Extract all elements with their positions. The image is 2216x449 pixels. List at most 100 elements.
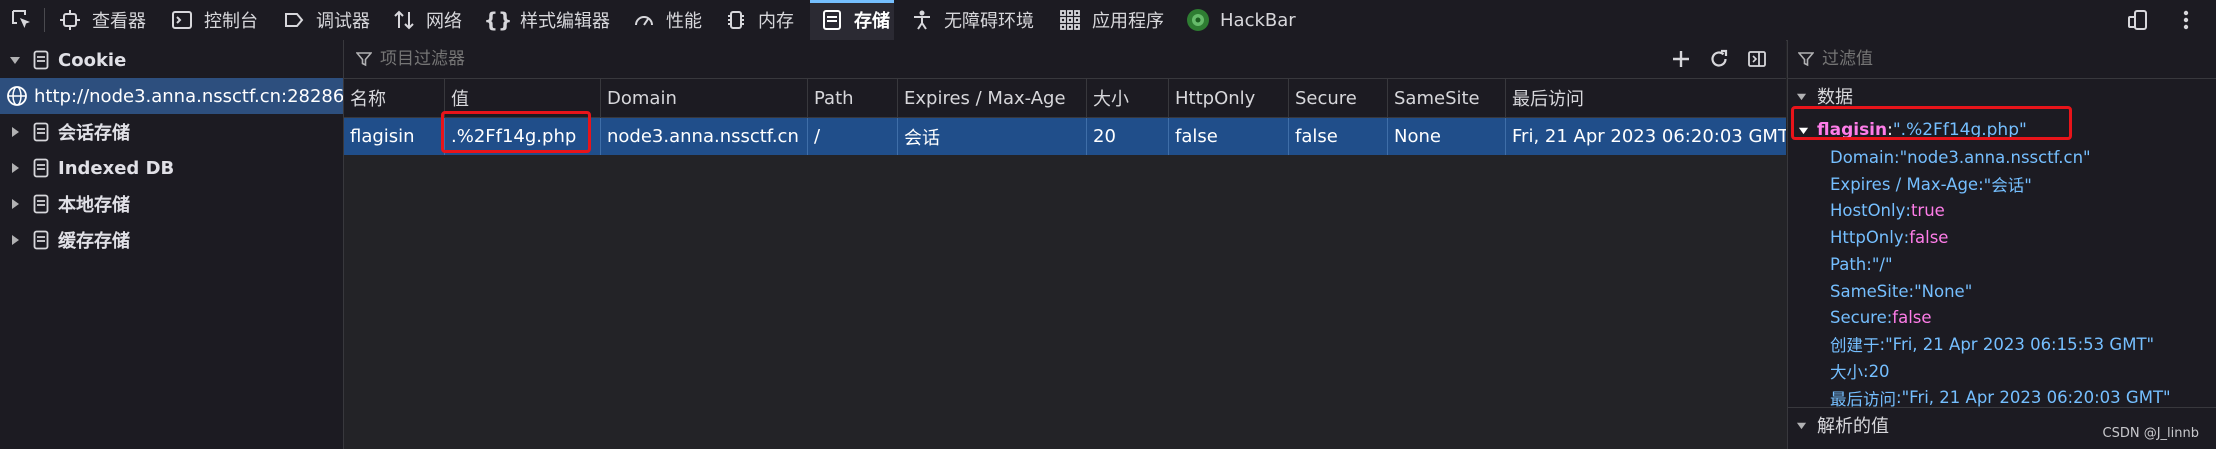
element-picker-icon[interactable] xyxy=(4,5,40,35)
column-header-domain[interactable]: Domain xyxy=(601,79,808,117)
chevron-down-icon xyxy=(1796,420,1807,431)
property-value: false xyxy=(1892,308,1932,328)
tree-item-cookie-host[interactable]: http://node3.anna.nssctf.cn:28286 xyxy=(0,78,343,114)
column-header-last-accessed[interactable]: 最后访问 xyxy=(1506,79,1786,117)
tab-label: 样式编辑器 xyxy=(520,11,610,32)
tree-item-cookie[interactable]: Cookie xyxy=(0,42,343,78)
toggle-sidebar-button[interactable] xyxy=(1742,44,1772,74)
cell-path[interactable]: / xyxy=(808,118,898,155)
sidebar-filter-input[interactable] xyxy=(1820,48,2124,70)
tab-application[interactable]: 应用程序 xyxy=(1056,0,1164,40)
tab-label: 调试器 xyxy=(316,11,370,32)
chevron-down-icon[interactable] xyxy=(6,54,24,66)
add-item-button[interactable] xyxy=(1666,44,1696,74)
column-header-name[interactable]: 名称 xyxy=(344,79,445,117)
property-key: Domain xyxy=(1830,148,1895,167)
column-header-secure[interactable]: Secure xyxy=(1289,79,1388,117)
property-key: Secure xyxy=(1830,308,1887,328)
property-row[interactable]: HttpOnly: false xyxy=(1830,224,1948,251)
tab-storage[interactable]: 存储 xyxy=(810,0,894,40)
property-key: Expires / Max-Age xyxy=(1830,174,1979,194)
console-icon xyxy=(168,6,196,34)
property-row[interactable]: Expires / Max-Age: "会话" xyxy=(1830,171,2032,198)
database-icon xyxy=(30,193,52,215)
property-row[interactable]: HostOnly: true xyxy=(1830,197,1945,224)
chevron-right-icon[interactable] xyxy=(6,234,24,246)
tab-style-editor[interactable]: {} 样式编辑器 xyxy=(484,0,610,40)
more-options-icon[interactable] xyxy=(2168,5,2204,35)
column-header-path[interactable]: Path xyxy=(808,79,898,117)
tree-label: http://node3.anna.nssctf.cn:28286 xyxy=(34,85,343,107)
style-editor-icon: {} xyxy=(483,8,513,32)
tab-label: 应用程序 xyxy=(1092,11,1164,32)
cell-httponly[interactable]: false xyxy=(1169,118,1289,155)
column-header-expires[interactable]: Expires / Max-Age xyxy=(898,79,1087,117)
tree-item-indexed-db[interactable]: Indexed DB xyxy=(0,150,343,186)
storage-tree: Cookie http://node3.anna.nssctf.cn:28286… xyxy=(0,40,344,449)
property-value: "会话" xyxy=(1983,176,2032,196)
cell-last-accessed[interactable]: Fri, 21 Apr 2023 06:20:03 GMT xyxy=(1506,118,1786,155)
cell-samesite[interactable]: None xyxy=(1388,118,1506,155)
property-value: "Fri, 21 Apr 2023 06:15:53 GMT" xyxy=(1885,334,2155,354)
property-row[interactable]: Path: "/" xyxy=(1830,251,1893,278)
tab-memory[interactable]: 内存 xyxy=(722,0,794,40)
database-icon xyxy=(30,157,52,179)
tree-item-local-storage[interactable]: 本地存储 xyxy=(0,186,343,222)
highlight-box xyxy=(1791,106,2072,140)
tab-debugger[interactable]: 调试器 xyxy=(280,0,370,40)
property-value: false xyxy=(1909,228,1949,248)
property-key: 大小 xyxy=(1830,363,1863,383)
property-row[interactable]: Secure: false xyxy=(1830,304,1932,331)
chevron-right-icon[interactable] xyxy=(6,198,24,210)
tab-label: 网络 xyxy=(426,11,462,32)
tree-label: 本地存储 xyxy=(58,195,130,216)
cell-secure[interactable]: false xyxy=(1289,118,1388,155)
tab-label: 存储 xyxy=(854,11,890,32)
cell-name[interactable]: flagisin xyxy=(344,118,445,155)
tree-item-session-storage[interactable]: 会话存储 xyxy=(0,114,343,150)
refresh-button[interactable] xyxy=(1704,44,1734,74)
cell-expires[interactable]: 会话 xyxy=(898,118,1087,155)
cell-size[interactable]: 20 xyxy=(1087,118,1169,155)
property-value: "None" xyxy=(1914,281,1973,301)
table-filter-bar xyxy=(344,40,1786,79)
tab-accessibility[interactable]: 无障碍环境 xyxy=(908,0,1034,40)
storage-icon xyxy=(818,6,846,34)
column-header-samesite[interactable]: SameSite xyxy=(1388,79,1506,117)
tree-label: 缓存存储 xyxy=(58,231,130,252)
tab-hackbar[interactable]: HackBar xyxy=(1184,0,1296,40)
devtools-toolbar: 查看器 控制台 调试器 网络 {} 样式编辑器 性能 内存 存储 无障碍环境 应… xyxy=(0,0,2216,41)
responsive-design-icon[interactable] xyxy=(2120,5,2156,35)
tab-network[interactable]: 网络 xyxy=(390,0,462,40)
table-filter-input[interactable] xyxy=(378,48,982,70)
inspector-icon xyxy=(56,6,84,34)
application-icon xyxy=(1056,6,1084,34)
tree-label: 会话存储 xyxy=(58,123,130,144)
filter-icon xyxy=(1798,51,1814,67)
property-row[interactable]: Domain: "node3.anna.nssctf.cn" xyxy=(1830,144,2091,171)
network-icon xyxy=(390,6,418,34)
property-key: SameSite xyxy=(1830,281,1909,301)
chevron-right-icon[interactable] xyxy=(6,126,24,138)
details-sidebar: 数据 flagisin:".%2Ff14g.php" Domain:"node3… xyxy=(1787,40,2216,449)
performance-icon xyxy=(630,6,658,34)
property-value: true xyxy=(1910,201,1945,221)
column-header-httponly[interactable]: HttpOnly xyxy=(1169,79,1289,117)
tree-item-cache-storage[interactable]: 缓存存储 xyxy=(0,222,343,258)
cell-domain[interactable]: node3.anna.nssctf.cn xyxy=(601,118,808,155)
chevron-right-icon[interactable] xyxy=(6,162,24,174)
property-row[interactable]: 创建于: "Fri, 21 Apr 2023 06:15:53 GMT" xyxy=(1830,331,2154,358)
tab-label: 无障碍环境 xyxy=(944,11,1034,32)
tab-performance[interactable]: 性能 xyxy=(630,0,702,40)
watermark: CSDN @J_linnb xyxy=(2102,426,2199,441)
database-icon xyxy=(30,229,52,251)
tab-console[interactable]: 控制台 xyxy=(168,0,258,40)
property-row[interactable]: SameSite: "None" xyxy=(1830,278,1972,305)
tab-inspector[interactable]: 查看器 xyxy=(56,0,146,40)
accessibility-icon xyxy=(908,6,936,34)
column-header-size[interactable]: 大小 xyxy=(1087,79,1169,117)
chevron-down-icon xyxy=(1796,91,1807,102)
tab-label: HackBar xyxy=(1220,9,1296,31)
property-row[interactable]: 大小:20 xyxy=(1830,358,1890,385)
tree-label: Indexed DB xyxy=(58,157,175,179)
